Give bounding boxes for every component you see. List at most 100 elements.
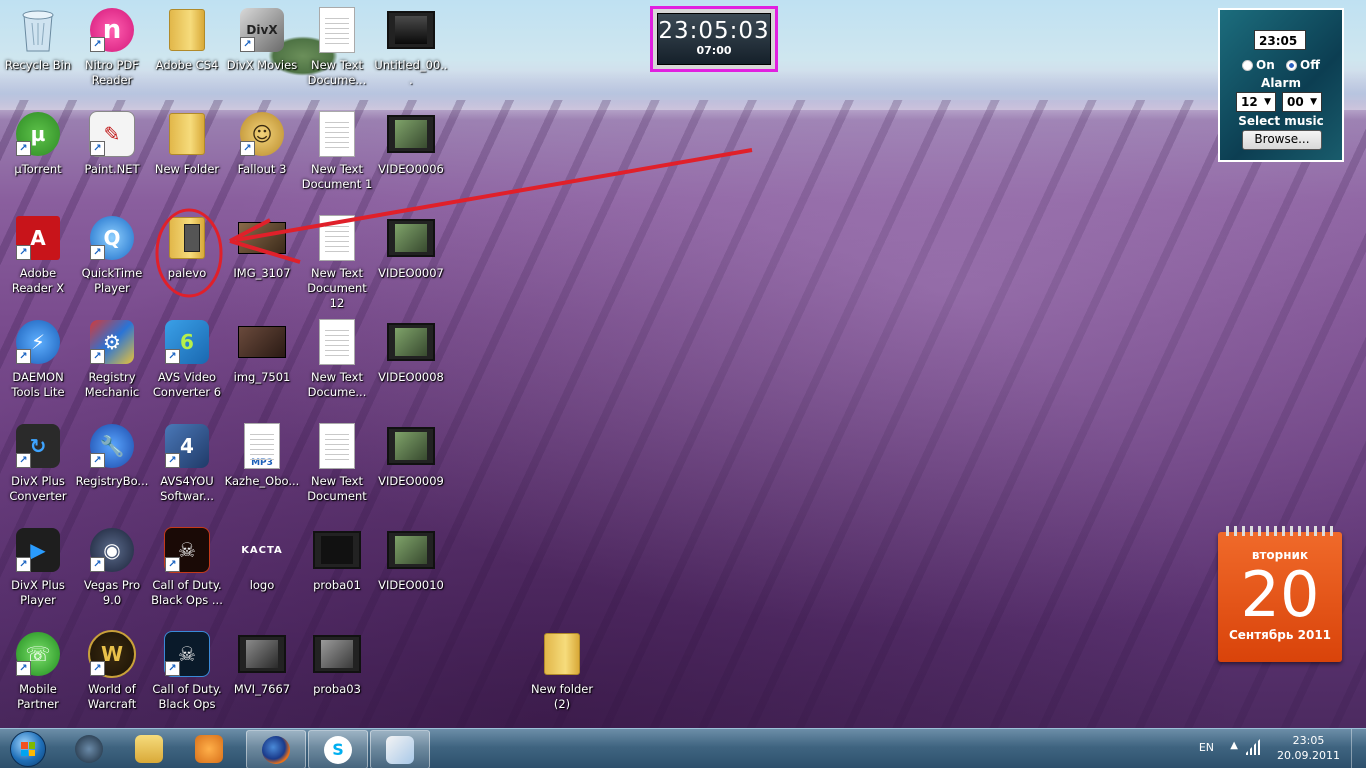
desktop-icon-new-text-doc[interactable]: New Text Document [299, 422, 375, 522]
warcraft-icon: W ↗ [88, 630, 136, 678]
daemon-tools-icon: ⚡ ↗ [14, 318, 62, 366]
desktop-icon-img-7501[interactable]: img_7501 [224, 318, 300, 418]
media-center-icon [75, 734, 103, 763]
taskbar: S EN ▲ 23:05 20.09.2011 [0, 728, 1366, 768]
desktop-icon-label: Adobe Reader X [11, 266, 65, 295]
desktop-icon-black-ops-1[interactable]: ☠ ↗ Call of Duty. Black Ops ... [149, 526, 225, 626]
avs-converter-icon: 6 ↗ [163, 318, 211, 366]
video-file-icon [387, 526, 435, 574]
desktop-icon-label: World of Warcraft [87, 682, 137, 711]
desktop-icon-recycle-bin[interactable]: Recycle Bin [0, 6, 76, 106]
taskbar-media-center[interactable] [60, 730, 118, 767]
desktop-icon-palevo[interactable]: palevo [149, 214, 225, 314]
alarm-hour-select[interactable]: 12 ▼ [1236, 92, 1276, 112]
desktop-icon-proba01[interactable]: proba01 [299, 526, 375, 626]
desktop-icon-kazhe-obo[interactable]: MP3 Kazhe_Obo... [224, 422, 300, 522]
black-ops-icon: ☠ ↗ [163, 630, 211, 678]
desktop-icon-new-text-doc-a[interactable]: New Text Docume... [299, 6, 375, 106]
divx-player-icon: ▶ ↗ [14, 526, 62, 574]
alarm-hour-value: 12 [1241, 95, 1258, 109]
desktop-icon-world-of-warcraft[interactable]: W ↗ World of Warcraft [74, 630, 150, 728]
folder-icon [163, 110, 211, 158]
desktop-icon-proba03[interactable]: proba03 [299, 630, 375, 728]
desktop-icon-label: Kazhe_Obo... [224, 474, 300, 488]
desktop-icon-divx-movies[interactable]: DivX ↗ DivX Movies [224, 6, 300, 106]
desktop: Recycle Bin µ ↗ µTorrent A ↗ Adobe Reade… [0, 0, 1366, 728]
language-indicator[interactable]: EN [1199, 741, 1214, 754]
mp3-file-icon: MP3 [238, 422, 286, 470]
desktop-icon-utorrent[interactable]: µ ↗ µTorrent [0, 110, 76, 210]
desktop-icon-video0006[interactable]: VIDEO0006 [373, 110, 449, 210]
recycle-bin-icon [14, 6, 62, 54]
desktop-icon-label: Fallout 3 [237, 162, 287, 176]
desktop-icon-paint-net[interactable]: ✎ ↗ Paint.NET [74, 110, 150, 210]
desktop-icon-adobe-cs4[interactable]: Adobe CS4 [149, 6, 225, 106]
skype-icon: S [324, 735, 352, 764]
desktop-icon-video0009[interactable]: VIDEO0009 [373, 422, 449, 522]
alarm-minute-value: 00 [1287, 95, 1304, 109]
desktop-icon-registry-mechanic[interactable]: ⚙ ↗ Registry Mechanic [74, 318, 150, 418]
taskbar-explorer[interactable] [120, 730, 178, 767]
calendar-gadget[interactable]: вторник 20 Сентябрь 2011 [1218, 526, 1342, 662]
desktop-icon-daemon-tools[interactable]: ⚡ ↗ DAEMON Tools Lite [0, 318, 76, 418]
explorer-icon [135, 734, 163, 763]
taskbar-media-player[interactable] [180, 730, 238, 767]
calendar-month-year: Сентябрь 2011 [1228, 628, 1332, 642]
alarm-on-radio[interactable]: On [1242, 58, 1275, 72]
desktop-icon-new-text-doc-12[interactable]: New Text Document 12 [299, 214, 375, 314]
desktop-icon-nitro-pdf[interactable]: n ↗ Nitro PDF Reader [74, 6, 150, 106]
alarm-minute-select[interactable]: 00 ▼ [1282, 92, 1322, 112]
desktop-icon-label: DivX Movies [226, 58, 298, 72]
desktop-icon-label: New Text Document 12 [307, 266, 367, 310]
desktop-icon-adobe-reader[interactable]: A ↗ Adobe Reader X [0, 214, 76, 314]
desktop-icon-new-text-doc-1[interactable]: New Text Document 1 [299, 110, 375, 210]
desktop-icon-new-text-doc-b[interactable]: New Text Docume... [299, 318, 375, 418]
desktop-icon-avs-video-converter[interactable]: 6 ↗ AVS Video Converter 6 [149, 318, 225, 418]
desktop-icon-label: VIDEO0009 [378, 474, 444, 488]
desktop-icon-video0010[interactable]: VIDEO0010 [373, 526, 449, 626]
tray-date: 20.09.2011 [1277, 749, 1340, 762]
alarm-off-radio[interactable]: Off [1286, 58, 1320, 72]
media-player-icon [195, 734, 223, 763]
video-file-icon [387, 214, 435, 262]
browse-button[interactable]: Browse... [1242, 130, 1322, 150]
show-hidden-icons-icon[interactable]: ▲ [1230, 740, 1238, 751]
desktop-icon-label: VIDEO0006 [378, 162, 444, 176]
tray-clock[interactable]: 23:05 20.09.2011 [1277, 733, 1340, 763]
desktop-icon-label: RegistryBo... [75, 474, 149, 488]
desktop-icon-black-ops-2[interactable]: ☠ ↗ Call of Duty. Black Ops [149, 630, 225, 728]
show-desktop-button[interactable] [1351, 729, 1366, 768]
desktop-icon-quicktime[interactable]: Q ↗ QuickTime Player [74, 214, 150, 314]
paint-icon [386, 735, 414, 764]
start-button[interactable] [4, 729, 52, 768]
desktop-icon-untitled-00[interactable]: Untitled_00... [373, 6, 449, 106]
desktop-icon-divx-player[interactable]: ▶ ↗ DivX Plus Player [0, 526, 76, 626]
desktop-icon-logo[interactable]: KACTA logo [224, 526, 300, 626]
desktop-icon-new-folder[interactable]: New Folder [149, 110, 225, 210]
video-file-icon [313, 526, 361, 574]
desktop-icon-vegas-pro[interactable]: ◉ ↗ Vegas Pro 9.0 [74, 526, 150, 626]
desktop-icon-label: Untitled_00... [374, 58, 448, 87]
desktop-icon-label: Call of Duty. Black Ops ... [151, 578, 223, 607]
desktop-icon-video0008[interactable]: VIDEO0008 [373, 318, 449, 418]
desktop-icon-registry-booster[interactable]: 🔧 ↗ RegistryBo... [74, 422, 150, 522]
desktop-icon-new-folder-2[interactable]: New folder (2) [524, 630, 600, 728]
taskbar-paint[interactable] [370, 730, 430, 768]
desktop-icon-label: New Text Document 1 [301, 162, 373, 191]
desktop-icon-label: palevo [167, 266, 207, 280]
desktop-icon-mobile-partner[interactable]: ☏ ↗ Mobile Partner [0, 630, 76, 728]
desktop-icon-img-3107[interactable]: IMG_3107 [224, 214, 300, 314]
network-signal-icon[interactable] [1244, 739, 1260, 755]
divx-movies-icon: DivX ↗ [238, 6, 286, 54]
desktop-icon-avs4you[interactable]: 4 ↗ AVS4YOU Softwar... [149, 422, 225, 522]
taskbar-firefox[interactable] [246, 730, 306, 768]
desktop-icon-mvi-7667[interactable]: MVI_7667 [224, 630, 300, 728]
taskbar-skype[interactable]: S [308, 730, 368, 768]
desktop-icon-fallout-3[interactable]: ☺ ↗ Fallout 3 [224, 110, 300, 210]
clock-gadget[interactable]: 23:05:03 07:00 [650, 6, 778, 72]
quicktime-icon: Q ↗ [88, 214, 136, 262]
registry-mechanic-icon: ⚙ ↗ [88, 318, 136, 366]
desktop-icon-divx-converter[interactable]: ↻ ↗ DivX Plus Converter [0, 422, 76, 522]
alarm-off-label: Off [1300, 58, 1320, 72]
desktop-icon-video0007[interactable]: VIDEO0007 [373, 214, 449, 314]
